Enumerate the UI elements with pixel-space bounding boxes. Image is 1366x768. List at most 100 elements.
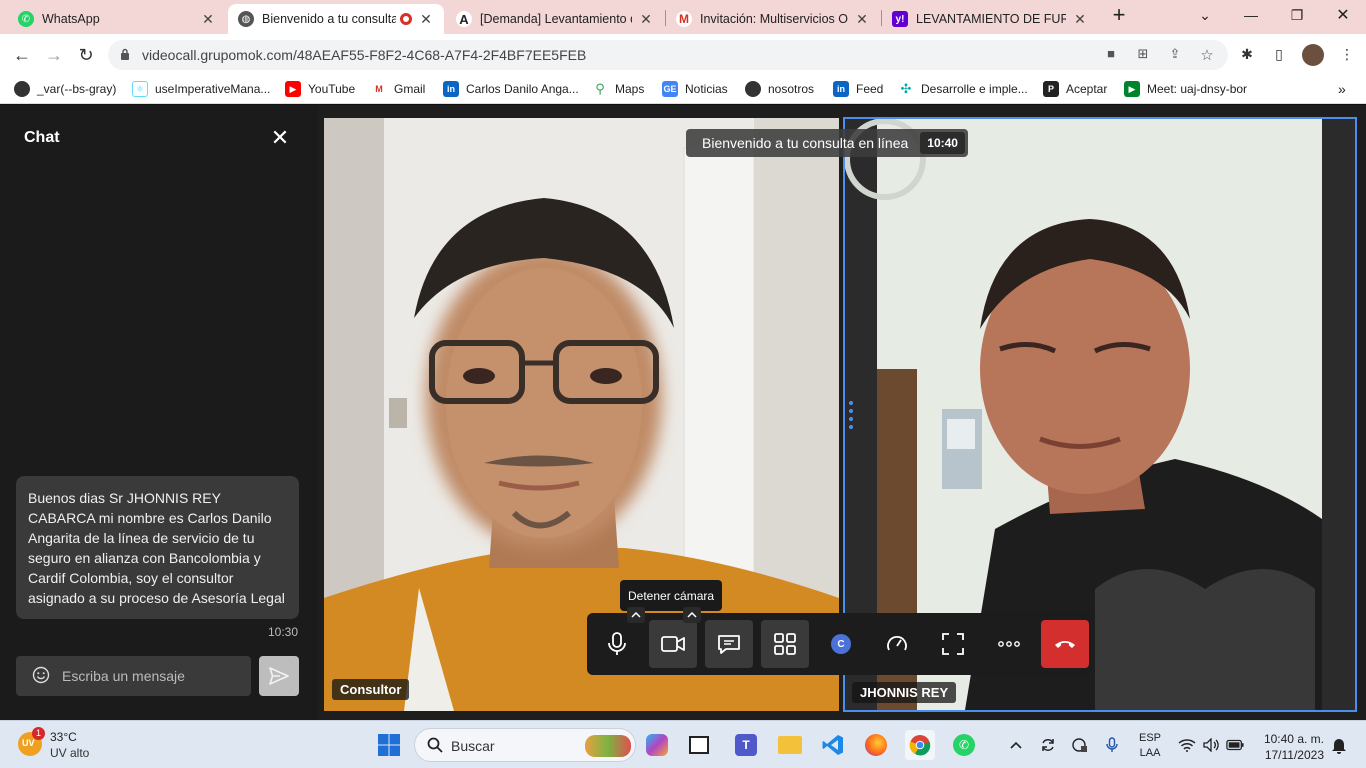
bookmarks-overflow-icon[interactable]: »: [1338, 81, 1346, 97]
battery-icon[interactable]: [1226, 736, 1244, 754]
close-icon[interactable]: ✕: [854, 11, 870, 28]
end-call-button[interactable]: [1041, 620, 1089, 668]
chat-toggle-button[interactable]: [705, 620, 753, 668]
tab-whatsapp[interactable]: ✆ WhatsApp ✕: [8, 4, 226, 34]
close-icon[interactable]: ✕: [638, 11, 654, 28]
message-input[interactable]: [62, 664, 242, 688]
minimize-icon[interactable]: —: [1228, 0, 1274, 30]
url-bar[interactable]: videocall.grupomok.com/48AEAF55-F8F2-4C6…: [108, 40, 1228, 70]
tab-videocall[interactable]: ◍ Bienvenido a tu consulta ✕: [228, 4, 444, 34]
whatsapp-app[interactable]: ✆: [949, 730, 979, 760]
globe-icon: [14, 81, 30, 97]
call-timer: 10:40: [920, 132, 965, 154]
bookmark-item[interactable]: ▶ Meet: uaj-dnsy-bor: [1124, 81, 1247, 97]
tab-title: Invitación: Multiservicios OK: [700, 12, 848, 26]
bookmark-item[interactable]: nosotros: [745, 81, 814, 97]
bookmark-item[interactable]: ⚛ useImperativeMana...: [132, 81, 270, 97]
task-view-icon: [689, 736, 709, 754]
weather-temperature[interactable]: 33°C: [50, 730, 77, 744]
share-icon[interactable]: ⇪: [1166, 46, 1184, 64]
back-icon[interactable]: ←: [9, 42, 35, 68]
translate-icon[interactable]: ⊞: [1134, 46, 1152, 64]
more-options-button[interactable]: [985, 620, 1033, 668]
fullscreen-button[interactable]: [929, 620, 977, 668]
bookmark-item[interactable]: ✣ Desarrolle e imple...: [898, 81, 1028, 97]
start-button[interactable]: [374, 730, 404, 760]
reload-icon[interactable]: ↻: [73, 42, 99, 68]
extensions-icon[interactable]: ✱: [1238, 46, 1256, 64]
volume-icon[interactable]: [1202, 736, 1220, 754]
chrome-icon: [909, 735, 931, 756]
close-icon[interactable]: ✕: [1072, 11, 1088, 28]
close-icon[interactable]: ✕: [270, 127, 290, 149]
chat-input-box[interactable]: [16, 656, 251, 696]
emoji-icon[interactable]: [32, 666, 50, 684]
notifications-bell-icon[interactable]: [1330, 736, 1348, 754]
gmail-icon: M: [676, 11, 692, 27]
tab-invitacion[interactable]: M Invitación: Multiservicios OK ✕: [666, 4, 880, 34]
mic-options-button[interactable]: [627, 607, 645, 623]
system-clock[interactable]: 10:40 a. m. 17/11/2023: [1256, 731, 1324, 763]
linkedin-icon: in: [443, 81, 459, 97]
firefox-app[interactable]: [861, 730, 891, 760]
file-explorer-app[interactable]: [775, 730, 805, 760]
copilot-icon: [646, 734, 668, 756]
tab-search-icon[interactable]: ⌄: [1182, 0, 1228, 30]
taskbar-search[interactable]: Buscar: [414, 728, 636, 762]
azure-icon: ✣: [898, 81, 914, 97]
tab-levantamiento[interactable]: y! LEVANTAMIENTO DE FURO ✕: [882, 4, 1098, 34]
new-tab-button[interactable]: +: [1096, 0, 1142, 30]
profile-avatar[interactable]: [1302, 44, 1324, 66]
globe-icon: ◍: [238, 11, 254, 27]
fullscreen-icon: [942, 633, 964, 655]
side-panel-icon[interactable]: ▯: [1270, 46, 1288, 64]
meet-icon: ▶: [1124, 81, 1140, 97]
bookmark-item[interactable]: in Carlos Danilo Anga...: [443, 81, 579, 97]
close-icon[interactable]: ✕: [418, 11, 434, 28]
vpn-shield-icon[interactable]: [1071, 736, 1089, 754]
weather-description[interactable]: UV alto: [50, 746, 89, 760]
bookmark-item[interactable]: _var(--bs-gray): [14, 81, 116, 97]
mic-in-use-icon[interactable]: [1103, 736, 1121, 754]
camera-options-button[interactable]: [683, 607, 701, 623]
copilot-app[interactable]: [642, 730, 672, 760]
forward-icon[interactable]: →: [41, 42, 67, 68]
layout-button[interactable]: [761, 620, 809, 668]
task-view-app[interactable]: [684, 730, 714, 760]
mic-button[interactable]: [593, 620, 641, 668]
star-icon[interactable]: ☆: [1198, 46, 1216, 64]
wifi-icon[interactable]: [1178, 736, 1196, 754]
close-icon[interactable]: ✕: [200, 11, 216, 28]
bookmark-item[interactable]: GE Noticias: [662, 81, 728, 97]
vscode-app[interactable]: [818, 730, 848, 760]
bookmark-item[interactable]: M Gmail: [371, 81, 425, 97]
close-window-icon[interactable]: ✕: [1320, 0, 1366, 30]
chrome-app[interactable]: [905, 730, 935, 760]
bookmark-label: _var(--bs-gray): [37, 82, 117, 96]
menu-kebab-icon[interactable]: ⋮: [1338, 46, 1356, 64]
chat-title: Chat: [24, 129, 60, 146]
participant-avatar-button[interactable]: C: [817, 620, 865, 668]
tab-demanda[interactable]: A [Demanda] Levantamiento de ✕: [446, 4, 664, 34]
performance-button[interactable]: [873, 620, 921, 668]
bookmark-item[interactable]: P Aceptar: [1043, 81, 1107, 97]
camera-button[interactable]: [649, 620, 697, 668]
teams-app[interactable]: T: [731, 730, 761, 760]
bookmark-label: Gmail: [394, 82, 426, 96]
bookmark-item[interactable]: ⚲ Maps: [592, 81, 644, 97]
recording-icon: [400, 13, 412, 25]
send-icon: [269, 667, 289, 685]
bookmark-item[interactable]: in Feed: [833, 81, 883, 97]
restore-icon[interactable]: ❐: [1274, 0, 1320, 30]
resize-handle[interactable]: [848, 400, 854, 434]
address-bar: ← → ↻ videocall.grupomok.com/48AEAF55-F8…: [0, 34, 1366, 76]
firefox-icon: [865, 734, 887, 756]
sync-icon[interactable]: [1039, 736, 1057, 754]
send-button[interactable]: [259, 656, 299, 696]
whatsapp-icon: ✆: [953, 734, 975, 756]
bookmark-item[interactable]: ▶ YouTube: [285, 81, 355, 97]
windows-taskbar: UV 1 33°C UV alto Buscar T ✆ ESP LAA 10:…: [0, 720, 1366, 768]
chevron-up-icon[interactable]: [1007, 736, 1025, 754]
input-language[interactable]: ESP LAA: [1139, 731, 1161, 761]
camera-in-use-icon[interactable]: ■: [1102, 46, 1120, 64]
